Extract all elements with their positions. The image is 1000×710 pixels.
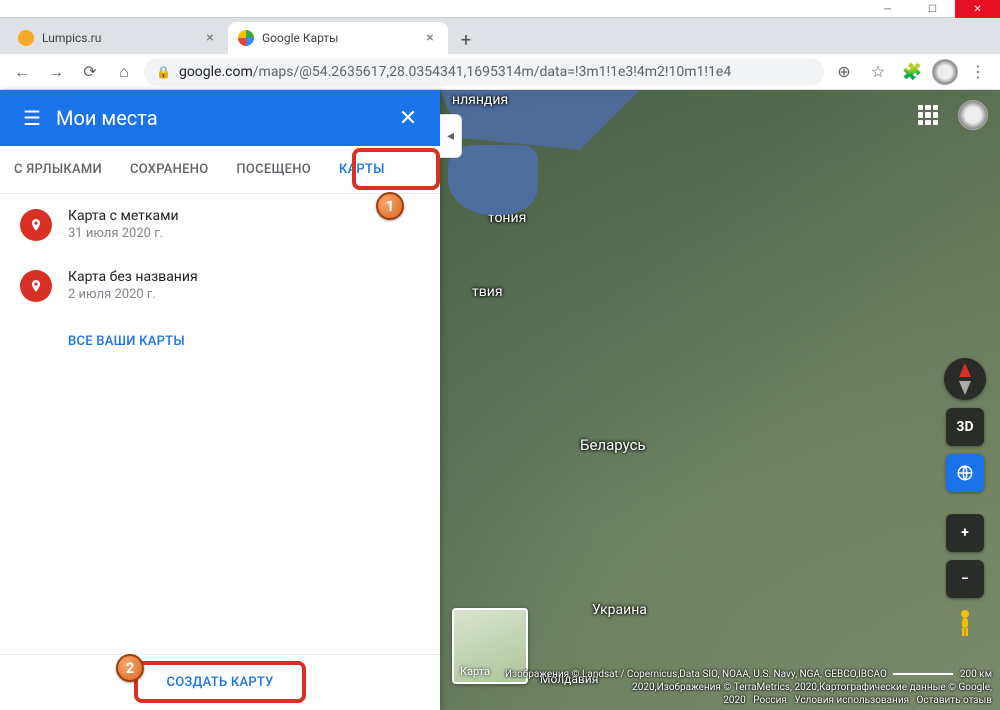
bookmark-star-icon[interactable]: ☆	[864, 58, 892, 86]
compass-needle-icon	[959, 363, 971, 377]
window-maximize-button[interactable]: ☐	[910, 0, 955, 18]
google-apps-icon[interactable]	[918, 105, 938, 125]
tab-labels[interactable]: С ЯРЛЫКАМИ	[0, 146, 116, 193]
attr-terms-link[interactable]: Условия использования	[794, 695, 909, 706]
window-controls: ─ ☐ ✕	[865, 0, 1000, 17]
pin-icon	[20, 270, 52, 302]
window-titlebar: ─ ☐ ✕	[0, 0, 1000, 18]
callout-badge-1: 1	[376, 192, 404, 220]
map-row-date: 2 июля 2020 г.	[68, 287, 198, 302]
panel-body: Карта с метками 31 июля 2020 г. Карта бе…	[0, 194, 440, 654]
tab-saved[interactable]: СОХРАНЕНО	[116, 146, 222, 193]
map-attribution: Изображения © Landsat / Copernicus,Data …	[440, 665, 1000, 710]
home-button[interactable]: ⌂	[110, 58, 138, 86]
zoom-out-button[interactable]: −	[946, 560, 984, 598]
forward-button[interactable]: →	[42, 58, 70, 86]
map-label-finland: нляндия	[452, 92, 508, 108]
attr-year: 2020	[723, 695, 745, 706]
tab-title: Lumpics.ru	[42, 31, 194, 45]
all-maps-link[interactable]: ВСЕ ВАШИ КАРТЫ	[0, 316, 440, 367]
create-map-button[interactable]: СОЗДАТЬ КАРТУ	[166, 675, 273, 690]
extensions-icon[interactable]: 🧩	[898, 58, 926, 86]
zoom-in-button[interactable]: +	[946, 514, 984, 552]
back-button[interactable]: ←	[8, 58, 36, 86]
browser-toolbar: ← → ⟳ ⌂ 🔒 google.com/maps/@54.2635617,28…	[0, 54, 1000, 90]
map-row-date: 31 июля 2020 г.	[68, 226, 179, 241]
map-row[interactable]: Карта без названия 2 июля 2020 г.	[0, 255, 440, 316]
panel-collapse-button[interactable]: ◂	[440, 114, 462, 158]
map-row-title: Карта с метками	[68, 208, 179, 224]
content-area: нляндия тония твия Беларусь Украина Молд…	[0, 90, 1000, 710]
favicon-icon	[238, 30, 254, 46]
map-label-latvia: твия	[472, 284, 503, 300]
browser-menu-button[interactable]: ⋮	[964, 58, 992, 86]
tab-close-icon[interactable]: ×	[422, 30, 438, 46]
attr-country-link[interactable]: Россия	[753, 695, 787, 706]
map-row-title: Карта без названия	[68, 269, 198, 285]
attr-line2: 2020,Изображения © TerraMetrics, 2020,Ка…	[448, 681, 992, 694]
panel-title: Мои места	[52, 106, 388, 130]
account-avatar[interactable]	[958, 100, 988, 130]
3d-toggle-button[interactable]: 3D	[946, 408, 984, 446]
attr-feedback-link[interactable]: Оставить отзыв	[917, 695, 992, 706]
profile-avatar[interactable]	[932, 59, 958, 85]
browser-tab-strip: Lumpics.ru × Google Карты × +	[0, 18, 1000, 54]
map-label-ukraine: Украина	[592, 602, 647, 618]
panel-tabs: С ЯРЛЫКАМИ СОХРАНЕНО ПОСЕЩЕНО КАРТЫ	[0, 146, 440, 194]
scale-bar	[893, 673, 953, 675]
callout-badge-2: 2	[116, 654, 144, 682]
pin-icon	[20, 209, 52, 241]
favicon-icon	[18, 30, 34, 46]
panel-footer: СОЗДАТЬ КАРТУ	[0, 654, 440, 710]
new-tab-button[interactable]: +	[452, 26, 480, 54]
browser-tab-googlemaps[interactable]: Google Карты ×	[228, 22, 448, 54]
browser-tab-lumpics[interactable]: Lumpics.ru ×	[8, 22, 228, 54]
url-text: google.com/maps/@54.2635617,28.0354341,1…	[179, 64, 731, 80]
map-controls: 3D + −	[944, 358, 986, 640]
tab-maps[interactable]: КАРТЫ	[325, 146, 399, 193]
map-row[interactable]: Карта с метками 31 июля 2020 г.	[0, 194, 440, 255]
pegman-button[interactable]	[948, 606, 982, 640]
tab-visited[interactable]: ПОСЕЩЕНО	[222, 146, 325, 193]
globe-view-button[interactable]	[946, 454, 984, 492]
lock-icon: 🔒	[156, 65, 171, 79]
zoom-indicator-icon[interactable]: ⊕	[830, 58, 858, 86]
reload-button[interactable]: ⟳	[76, 58, 104, 86]
panel-header: ☰ Мои места ✕	[0, 90, 440, 146]
tab-close-icon[interactable]: ×	[202, 30, 218, 46]
compass-needle-icon	[959, 381, 971, 395]
top-right-controls	[918, 100, 988, 130]
panel-close-button[interactable]: ✕	[388, 98, 428, 138]
attr-scale-value: 200 км	[960, 669, 992, 680]
map-label-belarus: Беларусь	[580, 436, 646, 454]
tab-title: Google Карты	[262, 31, 414, 45]
pegman-icon	[952, 608, 978, 638]
main-menu-button[interactable]: ☰	[12, 98, 52, 138]
my-places-panel: ☰ Мои места ✕ С ЯРЛЫКАМИ СОХРАНЕНО ПОСЕЩ…	[0, 90, 440, 710]
map-label-estonia: тония	[488, 210, 526, 226]
globe-icon	[956, 464, 974, 482]
window-close-button[interactable]: ✕	[955, 0, 1000, 18]
attr-line1: Изображения © Landsat / Copernicus,Data …	[505, 669, 887, 680]
window-minimize-button[interactable]: ─	[865, 0, 910, 18]
address-bar[interactable]: 🔒 google.com/maps/@54.2635617,28.0354341…	[144, 58, 824, 86]
compass-button[interactable]	[944, 358, 986, 400]
